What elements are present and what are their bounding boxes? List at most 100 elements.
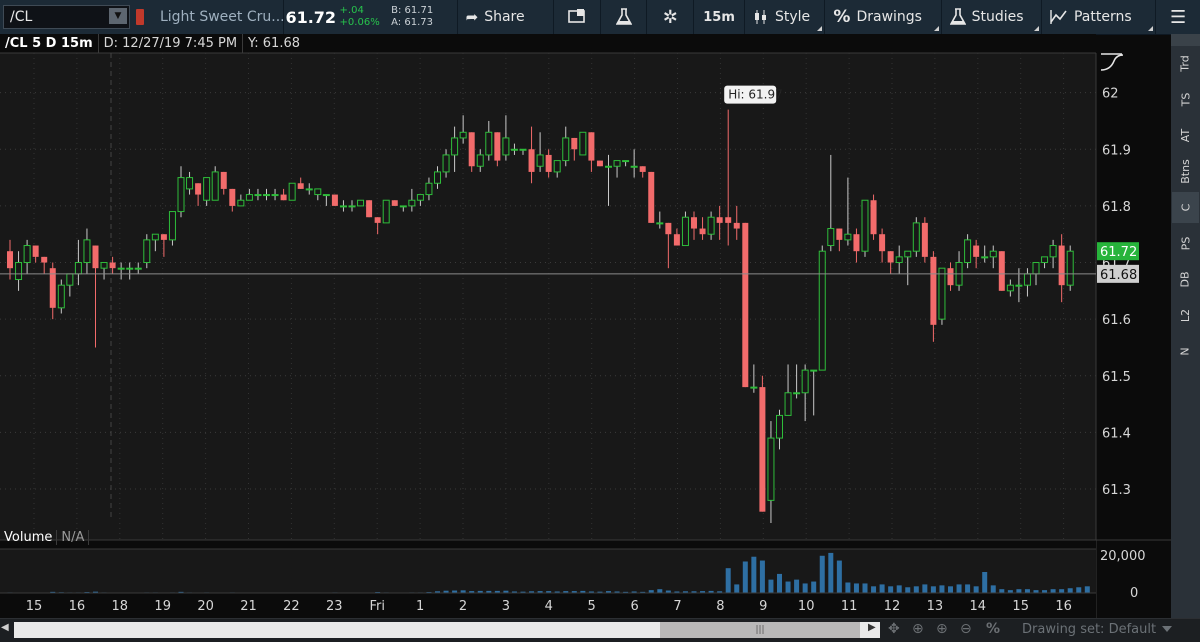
candle-body-up: [434, 171, 441, 184]
sidebar-tab-label: Btns: [1179, 159, 1192, 184]
price-tick-label: 61.3: [1102, 483, 1131, 498]
timeframe-button[interactable]: 15m: [694, 0, 744, 34]
candle-body-up: [485, 131, 493, 156]
link-color-icon[interactable]: [136, 9, 144, 25]
sidebar-tab-l2[interactable]: L2: [1172, 300, 1199, 331]
volume-bar: [1067, 588, 1073, 593]
volume-bar: [802, 583, 808, 593]
style-button[interactable]: Style: [745, 0, 825, 34]
volume-bar: [982, 572, 988, 593]
volume-bar: [819, 555, 825, 593]
candle-body-up: [989, 250, 997, 258]
time-axis-label: 14: [970, 599, 987, 614]
menu-button[interactable]: ☰: [1156, 0, 1200, 34]
candle-body-down: [588, 132, 595, 161]
drag-icon[interactable]: ✥: [888, 621, 900, 637]
candle-body-down: [973, 245, 980, 257]
percent-icon[interactable]: %: [986, 621, 1000, 637]
candle-body-up: [622, 160, 630, 163]
studies-button[interactable]: Studies: [942, 0, 1041, 34]
sidebar-tab-ps[interactable]: PS: [1172, 228, 1199, 259]
price-axis-pane[interactable]: [1096, 53, 1171, 540]
gear-icon: ✲: [662, 6, 678, 28]
sidebar-tab-ts[interactable]: TS: [1172, 84, 1199, 115]
candle-body-up: [245, 194, 253, 201]
candle-body-down: [366, 200, 373, 218]
candle-body-up: [793, 392, 801, 395]
candle-body-up: [459, 131, 467, 139]
candle-body-up: [562, 137, 570, 162]
candle-body-up: [23, 245, 31, 264]
share-button[interactable]: ➦ Share: [458, 0, 553, 34]
volume-bar: [759, 560, 765, 593]
candle-body-down: [571, 137, 578, 150]
candle-body-up: [263, 194, 270, 197]
volume-bar: [871, 586, 877, 593]
sidebar-tab-label: C: [1179, 203, 1192, 212]
patterns-button[interactable]: Patterns: [1042, 0, 1155, 34]
candle-body-up: [776, 414, 783, 439]
candle-body-up: [151, 233, 159, 241]
chart-settings-icon: [568, 9, 585, 23]
sidebar-tab-btns[interactable]: Btns: [1172, 156, 1199, 187]
candle-body-up: [322, 194, 330, 197]
corner-triangle-icon: [933, 26, 939, 31]
chart-settings-button[interactable]: [554, 0, 600, 34]
candle-body-up: [237, 199, 245, 207]
drawing-set-selector[interactable]: Drawing set: Default: [1022, 622, 1156, 637]
candle-body-down: [930, 256, 937, 325]
zoom-in-icon[interactable]: ⊕: [936, 621, 948, 637]
right-sidebar: Trd TS AT Btns C PS DB L2 N: [1171, 34, 1200, 618]
volume-bar: [913, 586, 919, 593]
chart-canvas[interactable]: 6261.961.861.761.661.561.461.3 Hi: 61.97…: [0, 34, 1171, 618]
chevron-down-icon[interactable]: ▼: [109, 8, 128, 24]
chevron-down-icon[interactable]: [1162, 626, 1172, 632]
volume-value: N/A: [57, 530, 90, 545]
symbol-input[interactable]: /CL ▼: [3, 5, 131, 29]
candle-body-up: [117, 267, 125, 270]
volume-bar: [853, 583, 859, 593]
volume-bar: [1024, 589, 1030, 593]
patterns-label: Patterns: [1073, 9, 1132, 25]
candle-body-up: [818, 250, 826, 371]
sidebar-tab-n[interactable]: N: [1172, 336, 1199, 367]
flask-button[interactable]: [601, 0, 647, 34]
candle-body-up: [981, 256, 989, 259]
change-pct: +0.06%: [339, 17, 380, 28]
price-tick-label: 61.8: [1102, 200, 1131, 215]
sidebar-tab-c[interactable]: C: [1172, 192, 1199, 223]
volume-bar: [751, 556, 757, 593]
time-axis-label: 18: [112, 599, 129, 614]
candle-body-down: [7, 251, 13, 269]
time-axis-label: 5: [588, 599, 596, 614]
candle-body-down: [494, 132, 501, 161]
volume-bar: [965, 584, 971, 593]
candle-body-up: [15, 262, 23, 281]
price-tick-label: 61.4: [1102, 426, 1131, 441]
candle-body-down: [374, 217, 381, 223]
candle-body-up: [912, 222, 920, 252]
scroll-left-icon[interactable]: ◀: [1, 622, 11, 638]
volume-bar: [811, 581, 817, 593]
last-price-tag: 61.72: [1097, 242, 1139, 261]
sidebar-tab-trd[interactable]: Trd: [1172, 48, 1199, 79]
high-bubble: Hi: 61.97: [724, 85, 783, 104]
candle-body-down: [468, 132, 475, 167]
candle-body-down: [947, 268, 954, 286]
change-box: +.04 +0.06%: [338, 5, 392, 29]
volume-bar: [1084, 586, 1090, 593]
time-axis-label: 11: [841, 599, 858, 614]
candle-body-down: [92, 245, 99, 269]
horizontal-scrollbar[interactable]: ◀ ||| ▶ ✥ ⊕ ⊕ ⊖ % Drawing set: Default: [0, 618, 1200, 642]
price-tick-label: 61.5: [1102, 370, 1131, 385]
candle-body-down: [391, 200, 398, 206]
zoom-out-icon[interactable]: ⊖: [960, 621, 972, 637]
sidebar-tab-at[interactable]: AT: [1172, 120, 1199, 151]
scroll-right-icon[interactable]: ▶: [868, 622, 880, 638]
settings-button[interactable]: ✲: [647, 0, 693, 34]
symbol-text: /CL: [10, 9, 33, 25]
scroll-thumb[interactable]: |||: [660, 622, 860, 638]
crosshair-icon[interactable]: ⊕: [912, 621, 924, 637]
drawings-button[interactable]: % Drawings: [825, 0, 940, 34]
sidebar-tab-db[interactable]: DB: [1172, 264, 1199, 295]
